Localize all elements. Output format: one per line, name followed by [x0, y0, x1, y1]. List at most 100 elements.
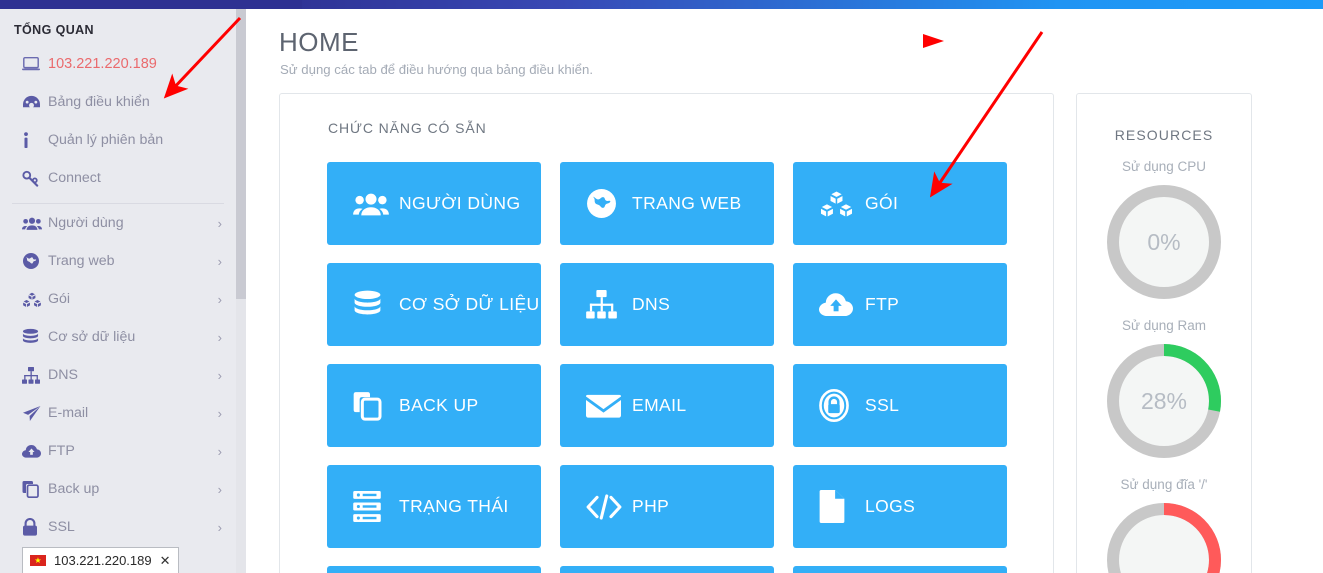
sidebar-item-users[interactable]: Người dùng ›	[0, 204, 236, 242]
tile-row5-col3[interactable]	[793, 566, 1007, 573]
link-icon	[22, 170, 48, 187]
chevron-right-icon: ›	[217, 519, 222, 535]
gauge-wrap-ram: 28%	[1077, 341, 1251, 461]
close-icon[interactable]: ✕	[160, 553, 171, 569]
tile-label: BACK UP	[399, 395, 479, 415]
gauge-value-cpu: 0%	[1147, 228, 1181, 255]
chevron-right-icon: ›	[217, 405, 222, 421]
tile-label: LOGS	[865, 496, 916, 516]
sidebar-section-title-overview: TỔNG QUAN	[14, 23, 94, 37]
sidebar-item-ip[interactable]: 103.221.220.189	[0, 45, 236, 83]
sitemap-icon	[22, 366, 48, 384]
tile-label: GÓI	[865, 193, 899, 213]
cloud-upload-icon	[22, 444, 48, 459]
sidebar-scrollbar-thumb[interactable]	[236, 9, 246, 299]
sidebar-item-dashboard[interactable]: Bảng điều khiển	[0, 83, 236, 121]
sitemap-icon	[586, 290, 632, 319]
info-icon	[22, 131, 48, 149]
tile-status[interactable]: TRẠNG THÁI	[327, 465, 541, 548]
tile-packages[interactable]: GÓI	[793, 162, 1007, 245]
sidebar-item-label: Bảng điều khiển	[48, 94, 150, 110]
copy-icon	[353, 390, 399, 421]
tile-logs[interactable]: LOGS	[793, 465, 1007, 548]
browser-status-tooltip: ★ 103.221.220.189 ✕	[22, 547, 179, 573]
tile-label: PHP	[632, 496, 670, 516]
gauge-value-ram: 28%	[1140, 387, 1188, 414]
tile-users[interactable]: NGƯỜI DÙNG	[327, 162, 541, 245]
resources-heading: RESOURCES	[1114, 127, 1214, 143]
sidebar-item-label: Back up	[48, 481, 100, 497]
sidebar-item-version-management[interactable]: Quản lý phiên bản	[0, 121, 236, 159]
tile-backup[interactable]: BACK UP	[327, 364, 541, 447]
envelope-icon	[586, 393, 632, 419]
sidebar-item-label: Người dùng	[48, 215, 124, 231]
sidebar-item-website[interactable]: Trang web ›	[0, 242, 236, 280]
vietnam-flag-icon: ★	[30, 555, 46, 566]
tile-dns[interactable]: DNS	[560, 263, 774, 346]
globe-icon	[22, 252, 48, 270]
copy-icon	[22, 480, 48, 498]
gauge-label-ram: Sử dụng Ram	[1121, 318, 1207, 333]
tile-label: CƠ SỞ DỮ LIỆU	[399, 294, 540, 314]
tile-label: FTP	[865, 294, 900, 314]
tile-ssl[interactable]: SSL	[793, 364, 1007, 447]
tile-row5-col1[interactable]	[327, 566, 541, 573]
sidebar-item-label: DNS	[48, 367, 78, 383]
sidebar-item-email[interactable]: E-mail ›	[0, 394, 236, 432]
sidebar-item-label: SSL	[48, 519, 75, 535]
dashboard-gauge-icon	[22, 94, 48, 111]
sidebar-item-packages[interactable]: Gói ›	[0, 280, 236, 318]
chevron-right-icon: ›	[217, 443, 222, 459]
tile-ftp[interactable]: FTP	[793, 263, 1007, 346]
file-icon	[819, 490, 865, 523]
chevron-right-icon: ›	[217, 329, 222, 345]
lock-icon	[22, 518, 48, 536]
database-icon	[353, 289, 399, 320]
sidebar: TỔNG QUAN 103.221.220.189 Bảng điều khiể…	[0, 9, 236, 573]
boxes-icon	[819, 189, 865, 218]
gauge-ram: 28%	[1104, 341, 1224, 461]
status-url-text: 103.221.220.189	[54, 553, 152, 568]
boxes-icon	[22, 291, 48, 308]
paper-plane-icon	[22, 405, 48, 422]
tile-label: SSL	[865, 395, 900, 415]
sidebar-item-label: Cơ sở dữ liệu	[48, 329, 136, 345]
users-icon	[22, 216, 48, 231]
available-functions-panel: CHỨC NĂNG CÓ SẴN NGƯỜI DÙNG TRANG WEB GÓ…	[279, 93, 1054, 573]
tile-row5-col2[interactable]	[560, 566, 774, 573]
tile-label: TRANG WEB	[632, 193, 742, 213]
sidebar-item-database[interactable]: Cơ sở dữ liệu ›	[0, 318, 236, 356]
tile-email[interactable]: EMAIL	[560, 364, 774, 447]
sidebar-item-ftp[interactable]: FTP ›	[0, 432, 236, 470]
chevron-right-icon: ›	[217, 291, 222, 307]
tile-database[interactable]: CƠ SỞ DỮ LIỆU	[327, 263, 541, 346]
sidebar-item-label: Trang web	[48, 253, 115, 269]
chevron-right-icon: ›	[217, 481, 222, 497]
gauge-label-cpu: Sử dụng CPU	[1121, 159, 1207, 174]
tile-label: DNS	[632, 294, 671, 314]
sidebar-item-label: 103.221.220.189	[48, 56, 157, 72]
users-icon	[353, 191, 399, 217]
sidebar-item-label: Connect	[48, 170, 101, 186]
tile-php[interactable]: PHP	[560, 465, 774, 548]
sidebar-item-dns[interactable]: DNS ›	[0, 356, 236, 394]
cloud-upload-icon	[819, 292, 865, 318]
gauge-value-disk	[1104, 500, 1224, 573]
chevron-right-icon: ›	[217, 215, 222, 231]
tile-website[interactable]: TRANG WEB	[560, 162, 774, 245]
sidebar-item-backup[interactable]: Back up ›	[0, 470, 236, 508]
tile-label: TRẠNG THÁI	[399, 496, 509, 516]
globe-icon	[586, 188, 632, 219]
laptop-icon	[22, 56, 48, 72]
chevron-right-icon: ›	[217, 367, 222, 383]
page-title: HOME	[279, 27, 359, 57]
panels-row: CHỨC NĂNG CÓ SẴN NGƯỜI DÙNG TRANG WEB GÓ…	[279, 93, 1252, 573]
sidebar-item-label: Quản lý phiên bản	[48, 132, 164, 148]
sidebar-item-label: Gói	[48, 291, 71, 307]
gauge-cpu: 0%	[1104, 182, 1224, 302]
function-tile-grid: NGƯỜI DÙNG TRANG WEB GÓI CƠ SỞ DỮ LIỆU D…	[280, 136, 1053, 573]
sidebar-item-connect[interactable]: Connect	[0, 159, 236, 197]
gauge-label-disk: Sử dụng đĩa '/'	[1120, 477, 1208, 492]
sidebar-item-ssl[interactable]: SSL ›	[0, 508, 236, 546]
page-subtitle: Sử dụng các tab để điều hướng qua bảng đ…	[280, 62, 593, 77]
